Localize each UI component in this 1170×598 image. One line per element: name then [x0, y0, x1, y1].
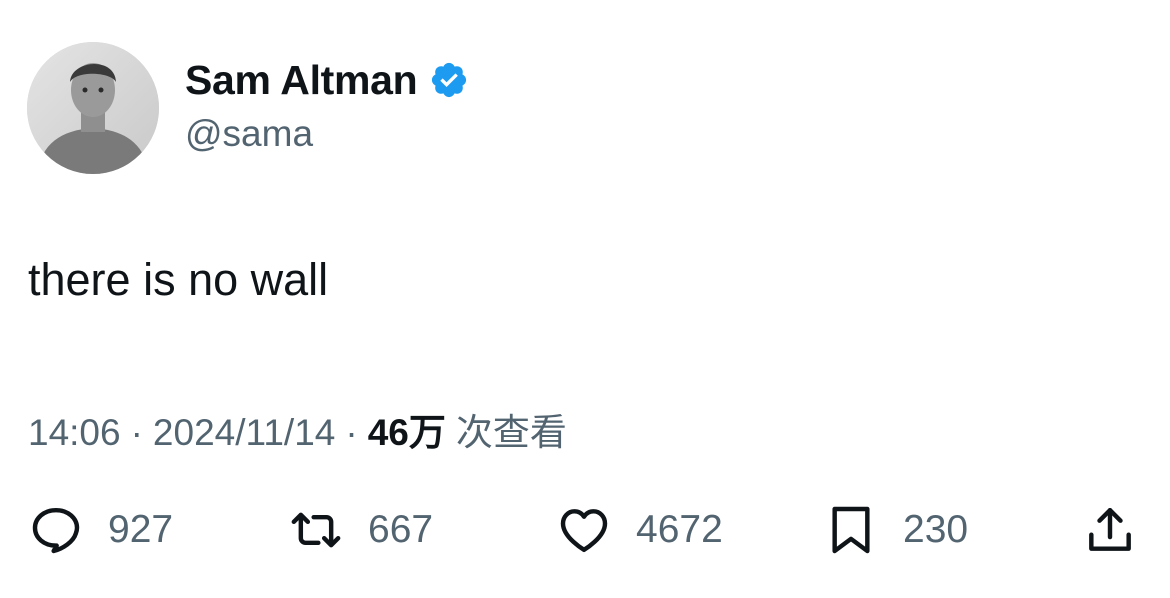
avatar-photo — [27, 42, 159, 174]
retweet-icon — [288, 502, 344, 558]
tweet-time[interactable]: 14:06 — [28, 412, 121, 454]
author-handle[interactable]: @sama — [185, 113, 313, 155]
share-icon — [1082, 502, 1138, 558]
retweet-button[interactable]: 667 — [288, 500, 433, 560]
tweet-meta: 14:06 · 2024/11/14 · 46万 次查看 — [28, 402, 567, 456]
reply-button[interactable]: 927 — [28, 500, 173, 560]
bookmark-icon — [823, 502, 879, 558]
tweet-action-bar: 927 667 4672 230 — [0, 500, 1170, 560]
reply-icon — [28, 502, 84, 558]
meta-separator: · — [130, 412, 143, 453]
like-count: 4672 — [636, 508, 723, 551]
heart-icon — [556, 502, 612, 558]
verified-badge-icon[interactable] — [429, 60, 469, 100]
like-button[interactable]: 4672 — [556, 500, 723, 560]
bookmark-button[interactable]: 230 — [823, 500, 968, 560]
tweet-date[interactable]: 2024/11/14 — [153, 412, 335, 454]
avatar[interactable] — [27, 42, 159, 174]
meta-separator: · — [345, 412, 358, 453]
retweet-count: 667 — [368, 508, 434, 551]
share-button[interactable] — [1082, 500, 1138, 560]
reply-count: 927 — [108, 508, 174, 551]
bookmark-count: 230 — [903, 508, 969, 551]
views-count: 46万 — [367, 412, 446, 453]
tweet-text: there is no wall — [28, 254, 329, 305]
author-display-name[interactable]: Sam Altman — [185, 57, 418, 104]
views-label: 次查看 — [455, 412, 567, 453]
author-name-row: Sam Altman — [185, 56, 469, 104]
